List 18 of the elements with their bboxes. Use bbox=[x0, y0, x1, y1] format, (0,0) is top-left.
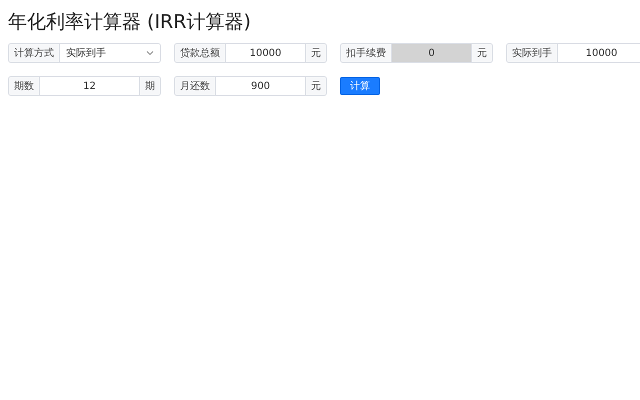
page-title: 年化利率计算器 (IRR计算器) bbox=[8, 10, 252, 34]
input-field[interactable]: 900 bbox=[216, 76, 306, 96]
field-label: 贷款总额 bbox=[174, 43, 226, 63]
field-label: 实际到手 bbox=[506, 43, 558, 63]
field-label: 期数 bbox=[8, 76, 40, 96]
input-field[interactable]: 10000 bbox=[226, 43, 306, 63]
method-select[interactable]: 实际到手 bbox=[60, 43, 161, 63]
unit-label: 期 bbox=[140, 76, 161, 96]
input-field[interactable]: 12 bbox=[40, 76, 140, 96]
unit-label: 元 bbox=[472, 43, 493, 63]
chevron-down-icon bbox=[146, 49, 154, 57]
input-field[interactable]: 10000 bbox=[558, 43, 640, 63]
field-label: 扣手续费 bbox=[340, 43, 392, 63]
field-label: 计算方式 bbox=[8, 43, 60, 63]
unit-label: 元 bbox=[306, 76, 327, 96]
field-label: 月还数 bbox=[174, 76, 216, 96]
unit-label: 元 bbox=[306, 43, 327, 63]
calculate-button[interactable]: 计算 bbox=[340, 77, 380, 95]
